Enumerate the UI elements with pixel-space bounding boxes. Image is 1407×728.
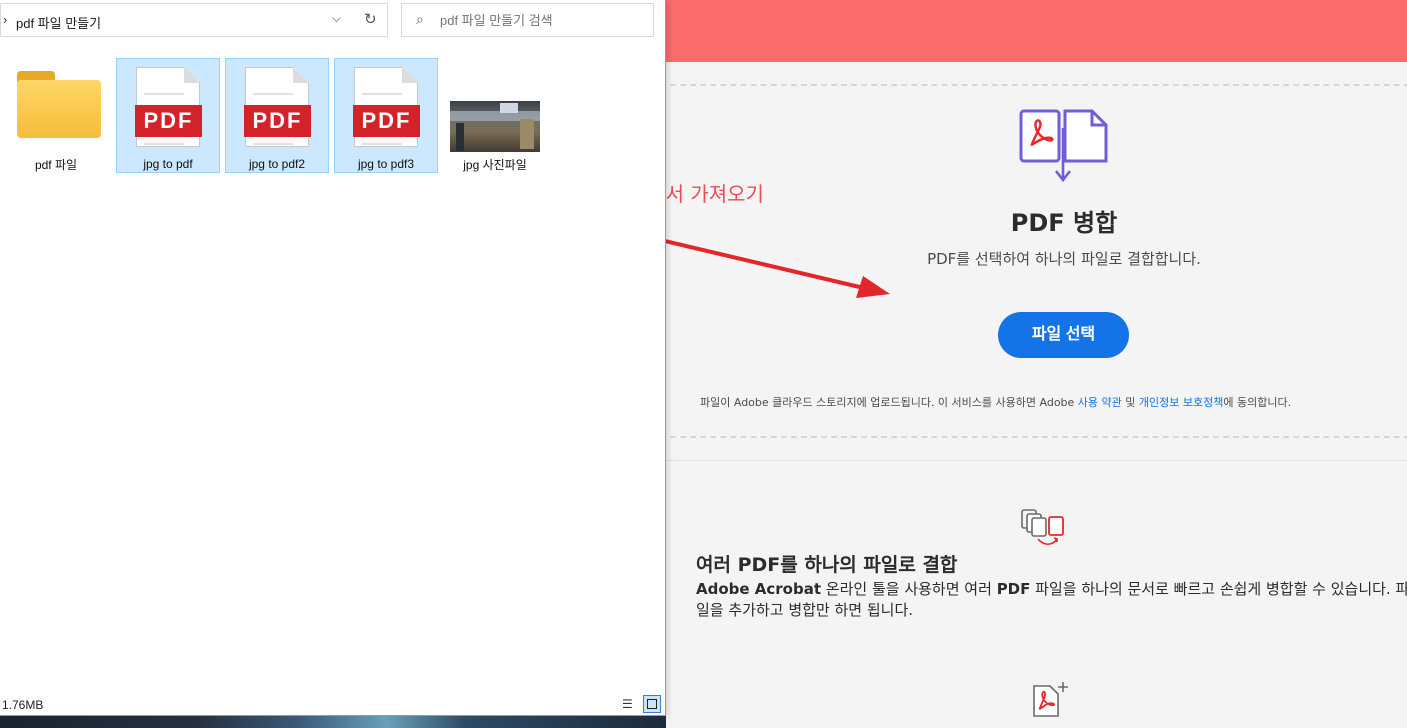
select-file-button[interactable]: 파일 선택 <box>998 312 1129 358</box>
legal-and: 및 <box>1121 396 1139 409</box>
refresh-icon[interactable]: ↻ <box>364 10 377 28</box>
file-item-pdf[interactable]: PDF jpg to pdf2 <box>225 58 329 173</box>
pdf-file-line <box>362 93 402 95</box>
file-explorer-window: › pdf 파일 만들기 ⌵ ↻ ⌕ pdf 파일 PDF jpg to pdf… <box>0 0 666 716</box>
address-bar[interactable]: › pdf 파일 만들기 ⌵ ↻ <box>0 3 388 37</box>
page-subtitle: PDF를 선택하여 하나의 파일로 결합합니다. <box>927 250 1201 268</box>
pdf-file-fold <box>184 67 200 83</box>
feature-title: 여러 PDF를 하나의 파일로 결합 <box>696 554 958 576</box>
file-label: pdf 파일 <box>34 158 78 172</box>
pdf-badge: PDF <box>353 105 420 137</box>
thumb-detail <box>500 103 518 113</box>
chevron-down-icon[interactable]: ⌵ <box>332 11 341 26</box>
pdf-file-line <box>144 143 184 145</box>
feature-bold-pdf: PDF <box>996 580 1031 598</box>
thumb-detail <box>520 119 534 149</box>
breadcrumb-chevron[interactable]: › <box>3 12 7 27</box>
image-thumbnail <box>450 101 540 152</box>
file-item-pdf[interactable]: PDF jpg to pdf <box>116 58 220 173</box>
pdf-file-icon: PDF <box>353 67 420 147</box>
section-divider <box>666 460 1407 461</box>
details-view-icon[interactable]: ☰ <box>622 697 636 711</box>
folder-icon <box>17 80 101 138</box>
pdf-file-line <box>144 93 184 95</box>
selection-size: 1.76MB <box>2 698 44 712</box>
large-icons-view-icon[interactable] <box>643 695 661 713</box>
search-input[interactable] <box>440 11 640 29</box>
privacy-link[interactable]: 개인정보 보호정책 <box>1139 396 1223 409</box>
page-title: PDF 병합 <box>1010 209 1118 237</box>
file-label: jpg to pdf2 <box>248 157 306 171</box>
search-box[interactable]: ⌕ <box>401 3 654 37</box>
pdf-file-line <box>253 143 293 145</box>
desktop-strip <box>0 716 666 728</box>
pdf-file-icon: PDF <box>135 67 202 147</box>
pdf-file-fold <box>293 67 309 83</box>
pdf-file-fold <box>402 67 418 83</box>
pdf-file-icon: PDF <box>244 67 311 147</box>
pdf-file-line <box>253 93 293 95</box>
feature-bold-brand: Adobe Acrobat <box>696 580 822 598</box>
breadcrumb[interactable]: pdf 파일 만들기 <box>16 13 101 32</box>
legal-notice: 파일이 Adobe 클라우드 스토리지에 업로드됩니다. 이 서비스를 사용하면… <box>700 394 1407 410</box>
pdf-file-line <box>362 143 402 145</box>
search-icon: ⌕ <box>416 11 424 27</box>
feature-text-1: 온라인 툴을 사용하면 여러 <box>821 580 997 598</box>
combine-files-icon <box>1021 509 1064 546</box>
legal-suffix: 에 동의합니다. <box>1223 396 1292 409</box>
view-square <box>647 699 657 709</box>
legal-prefix: 파일이 Adobe 클라우드 스토리지에 업로드됩니다. 이 서비스를 사용하면… <box>700 396 1078 409</box>
file-label: jpg 사진파일 <box>463 158 527 172</box>
pdf-badge: PDF <box>135 105 202 137</box>
thumb-detail <box>456 123 464 151</box>
merge-pdf-icon <box>1019 109 1108 183</box>
feature-description: Adobe Acrobat 온라인 툴을 사용하면 여러 PDF 파일을 하나의… <box>696 579 1407 621</box>
file-item-pdf[interactable]: PDF jpg to pdf3 <box>334 58 438 173</box>
add-pdf-icon <box>1033 682 1068 717</box>
status-bar: 1.76MB ☰ <box>0 694 666 716</box>
file-label: jpg to pdf <box>143 157 193 171</box>
file-label: jpg to pdf3 <box>357 157 415 171</box>
pdf-badge: PDF <box>244 105 311 137</box>
terms-link[interactable]: 사용 약관 <box>1078 396 1122 409</box>
